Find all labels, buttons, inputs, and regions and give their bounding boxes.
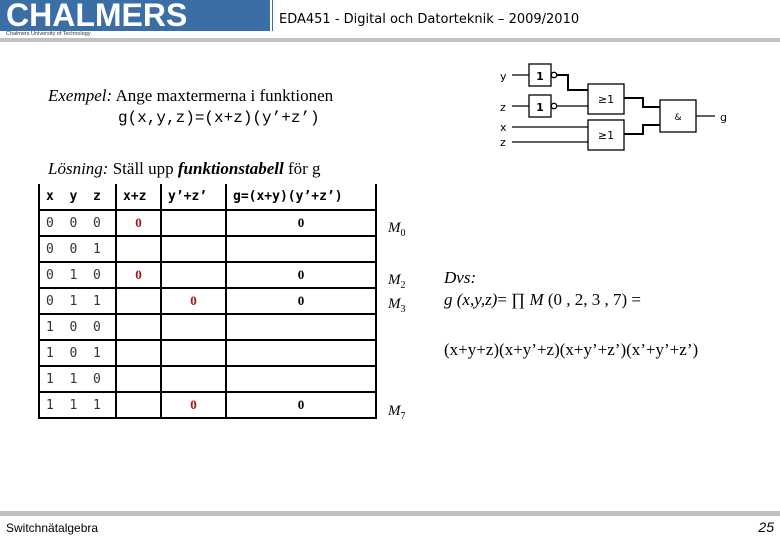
cell-y-plus-z	[160, 261, 227, 289]
table-row: 1 0 1	[38, 339, 377, 367]
cell-g	[225, 339, 377, 367]
course-title: EDA451 - Digital och Datorteknik – 2009/…	[279, 12, 580, 27]
table-row: 0 1 1 00	[38, 287, 377, 315]
cell-xyz: 0 0 0	[38, 209, 117, 237]
input-y: y	[500, 70, 507, 83]
cell-x-plus-z	[115, 287, 162, 315]
solution-text-end: för g	[283, 159, 321, 178]
function-name: g (x,y,z)	[444, 290, 498, 309]
example-label: Exempel:	[48, 86, 113, 105]
example-line: Exempel: Ange maxtermerna i funktionen	[48, 86, 333, 106]
maxterm-letter: M	[388, 296, 401, 312]
maxterm-label: M7	[388, 403, 406, 422]
truth-table: x y z x+z y’+z’ g=(x+y)(y’+z’) 0 0 0000 …	[38, 184, 377, 419]
solution-text: Ställ upp	[108, 159, 178, 178]
maxterm-label: M3	[388, 296, 406, 315]
input-z-2: z	[500, 136, 506, 149]
input-z-1: z	[500, 101, 506, 114]
cell-y-plus-z	[160, 365, 227, 393]
header-g: g=(x+y)(y’+z’)	[225, 184, 377, 211]
logo-text: CHALMERS	[6, 0, 188, 33]
header-divider	[272, 0, 273, 31]
input-x: x	[500, 121, 507, 134]
cell-xyz: 1 0 0	[38, 313, 117, 341]
header-y-plus-z: y’+z’	[160, 184, 227, 211]
cell-y-plus-z	[160, 209, 227, 237]
maxterm-label: M2	[388, 272, 406, 291]
cell-g: 0	[225, 391, 377, 419]
maxterm-symbol: M	[529, 290, 544, 309]
cell-g: 0	[225, 261, 377, 289]
cell-x-plus-z	[115, 339, 162, 367]
product-symbol: = ∏	[497, 290, 530, 309]
header-xyz: x y z	[38, 184, 117, 211]
cell-y-plus-z	[160, 235, 227, 263]
maxterm-letter: M	[388, 403, 401, 419]
cell-y-plus-z	[160, 339, 227, 367]
maxterm-label: M0	[388, 220, 406, 239]
product-of-maxterms: g (x,y,z)= ∏ M (0 , 2, 3 , 7) =	[444, 290, 641, 310]
footer-topic: Switchnätalgebra	[6, 521, 99, 535]
header-bar	[0, 38, 780, 42]
cell-g: 0	[225, 209, 377, 237]
not-gate-label: 1	[536, 101, 544, 114]
cell-g	[225, 235, 377, 263]
solution-keyword: funktionstabell	[177, 159, 284, 178]
example-text: Ange maxtermerna i funktionen	[112, 86, 334, 105]
expanded-expression: (x+y+z)(x+y’+z)(x+y’+z’)(x’+y’+z’)	[444, 340, 699, 359]
cell-xyz: 0 1 0	[38, 261, 117, 289]
table-header-row: x y z x+z y’+z’ g=(x+y)(y’+z’)	[38, 184, 377, 211]
cell-x-plus-z: 0	[115, 209, 162, 237]
footer-bar	[0, 511, 780, 516]
cell-y-plus-z: 0	[160, 391, 227, 419]
or-gate-label: ≥1	[598, 129, 614, 142]
conclusion-label: Dvs:	[444, 268, 477, 287]
and-gate-label: &	[674, 113, 681, 123]
table-row: 0 0 000	[38, 209, 377, 237]
header-x-plus-z: x+z	[115, 184, 162, 211]
cell-g: 0	[225, 287, 377, 315]
cell-xyz: 1 0 1	[38, 339, 117, 367]
cell-g	[225, 313, 377, 341]
maxterm-index: 3	[400, 304, 406, 315]
cell-xyz: 0 1 1	[38, 287, 117, 315]
table-row: 1 1 1 00	[38, 391, 377, 419]
cell-y-plus-z: 0	[160, 287, 227, 315]
maxterm-index: 7	[400, 411, 406, 422]
table-row: 1 0 0	[38, 313, 377, 341]
output-g: g	[720, 111, 727, 124]
cell-xyz: 1 1 1	[38, 391, 117, 419]
page-number: 25	[758, 519, 774, 535]
cell-x-plus-z	[115, 235, 162, 263]
maxterm-index: 2	[400, 280, 406, 291]
or-gate-label: ≥1	[598, 93, 614, 106]
maxterm-letter: M	[388, 272, 401, 288]
maxterm-list: (0 , 2, 3 , 7) =	[543, 290, 642, 309]
cell-xyz: 0 0 1	[38, 235, 117, 263]
inverter-bubble	[550, 102, 558, 110]
cell-x-plus-z: 0	[115, 261, 162, 289]
table-row: 1 1 0	[38, 365, 377, 393]
solution-label: Lösning:	[48, 159, 109, 178]
solution-line: Lösning: Ställ upp funktionstabell för g	[48, 159, 321, 179]
table-row: 0 0 1	[38, 235, 377, 263]
chalmers-logo: CHALMERS	[0, 0, 270, 33]
table-row: 0 1 000	[38, 261, 377, 289]
maxterm-index: 0	[400, 228, 406, 239]
not-gate-label: 1	[536, 70, 544, 83]
cell-xyz: 1 1 0	[38, 365, 117, 393]
logo-subtitle: Chalmers University of Technology	[6, 31, 91, 37]
cell-x-plus-z	[115, 365, 162, 393]
cell-y-plus-z	[160, 313, 227, 341]
logic-circuit-diagram: y z x z 1 1 ≥1 ≥1 & g	[500, 63, 727, 151]
cell-g	[225, 365, 377, 393]
cell-x-plus-z	[115, 313, 162, 341]
cell-x-plus-z	[115, 391, 162, 419]
maxterm-letter: M	[388, 220, 401, 236]
inverter-bubble	[550, 71, 558, 79]
example-formula: g(x,y,z)=(x+z)(y’+z’)	[118, 109, 320, 127]
